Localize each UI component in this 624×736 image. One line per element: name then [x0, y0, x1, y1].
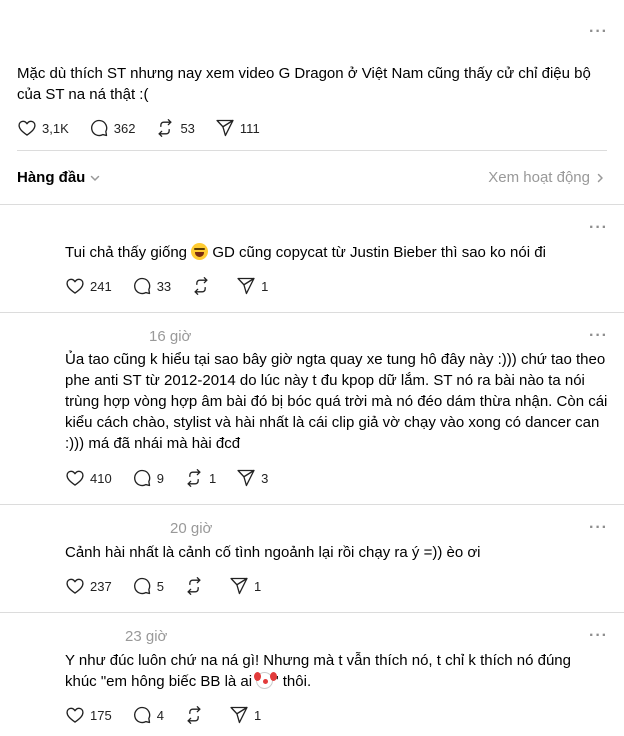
heart-icon	[17, 118, 37, 138]
comment-more-icon[interactable]: ···	[589, 220, 608, 236]
comment-more-icon[interactable]: ···	[589, 628, 608, 644]
reply-button[interactable]: 5	[132, 576, 164, 596]
share-button[interactable]: 111	[215, 118, 260, 138]
activity-label: Xem hoạt động	[488, 169, 590, 186]
like-button[interactable]: 410	[65, 468, 112, 488]
comment-actions: 175 4 1	[65, 705, 281, 725]
comment-timestamp: 16 giờ	[149, 328, 192, 345]
reply-count: 9	[156, 470, 164, 486]
repost-icon	[191, 276, 211, 296]
like-button[interactable]: 241	[65, 276, 112, 296]
send-icon	[236, 276, 256, 296]
share-count: 1	[253, 707, 262, 723]
heart-icon	[65, 576, 85, 596]
send-icon	[229, 705, 249, 725]
sort-dropdown[interactable]: Hàng đầu	[17, 169, 101, 186]
comment-timestamp: 20 giờ	[170, 520, 213, 537]
chevron-right-icon	[597, 173, 603, 182]
chevron-down-icon	[91, 175, 100, 181]
repost-count: 1	[208, 470, 217, 486]
comment-actions: 241 33 1	[65, 276, 288, 296]
like-count: 237	[90, 578, 112, 594]
comment-icon	[132, 705, 152, 725]
send-icon	[236, 468, 256, 488]
divider	[17, 150, 607, 151]
reply-button[interactable]: 4	[132, 705, 164, 725]
divider	[0, 312, 624, 313]
reply-button[interactable]: 362	[89, 118, 136, 138]
repost-icon	[155, 118, 175, 138]
repost-button[interactable]	[191, 276, 216, 296]
share-button[interactable]: 3	[236, 468, 268, 488]
reply-count: 4	[156, 707, 164, 723]
like-count: 241	[90, 278, 112, 294]
activity-link[interactable]: Xem hoạt động	[488, 169, 606, 186]
comment-actions: 237 5 1	[65, 576, 281, 596]
like-count: 3,1K	[42, 120, 69, 136]
repost-icon	[184, 468, 204, 488]
reply-count: 5	[156, 578, 164, 594]
heart-icon	[65, 276, 85, 296]
laughing-emoji-icon	[191, 243, 209, 260]
share-count: 3	[261, 470, 269, 486]
comment-icon	[132, 576, 152, 596]
repost-count: 53	[180, 120, 195, 136]
heart-icon	[65, 468, 85, 488]
comment-more-icon[interactable]: ···	[589, 328, 608, 344]
repost-button[interactable]: 53	[155, 118, 195, 138]
comment-text: Ủa tao cũng k hiểu tại sao bây giờ ngta …	[65, 351, 608, 452]
like-button[interactable]: 237	[65, 576, 112, 596]
reply-count: 362	[113, 120, 136, 136]
comment-text: Y như đúc luôn chứ na ná gì! Nhưng mà t …	[65, 652, 571, 690]
main-post-actions: 3,1K 362 53 111	[17, 118, 280, 138]
like-count: 175	[90, 707, 112, 723]
comment-timestamp: 23 giờ	[125, 628, 168, 645]
share-button[interactable]: 1	[236, 276, 268, 296]
more-horizontal-icon[interactable]: ···	[589, 24, 608, 40]
comment-icon	[132, 276, 152, 296]
comment-more-icon[interactable]: ···	[589, 520, 608, 536]
reply-button[interactable]: 33	[132, 276, 171, 296]
sort-label: Hàng đầu	[17, 169, 86, 186]
share-button[interactable]: 1	[229, 576, 261, 596]
main-post-text: Mặc dù thích ST nhưng nay xem video G Dr…	[17, 65, 591, 103]
share-count: 111	[239, 120, 260, 136]
comment-icon	[89, 118, 109, 138]
divider	[0, 204, 624, 205]
repost-icon	[184, 576, 204, 596]
repost-icon	[184, 705, 204, 725]
comment-icon	[132, 468, 152, 488]
send-icon	[215, 118, 235, 138]
share-button[interactable]: 1	[229, 705, 261, 725]
like-button[interactable]: 3,1K	[17, 118, 69, 138]
repost-button[interactable]	[184, 576, 209, 596]
like-button[interactable]: 175	[65, 705, 112, 725]
share-count: 1	[253, 578, 262, 594]
send-icon	[229, 576, 249, 596]
comment-text: Cảnh hài nhất là cảnh cố tình ngoảnh lại…	[65, 544, 481, 561]
divider	[0, 504, 624, 505]
heart-icon	[65, 705, 85, 725]
comment-actions: 410 9 1 3	[65, 468, 288, 488]
repost-button[interactable]: 1	[184, 468, 216, 488]
divider	[0, 612, 624, 613]
share-count: 1	[261, 278, 269, 294]
reply-count: 33	[156, 278, 172, 294]
clown-emoji-icon	[254, 672, 274, 689]
comment-text: Tui chả thấy giống GD cũng copycat từ Ju…	[65, 243, 546, 261]
like-count: 410	[90, 470, 112, 486]
repost-button[interactable]	[184, 705, 209, 725]
reply-button[interactable]: 9	[132, 468, 164, 488]
